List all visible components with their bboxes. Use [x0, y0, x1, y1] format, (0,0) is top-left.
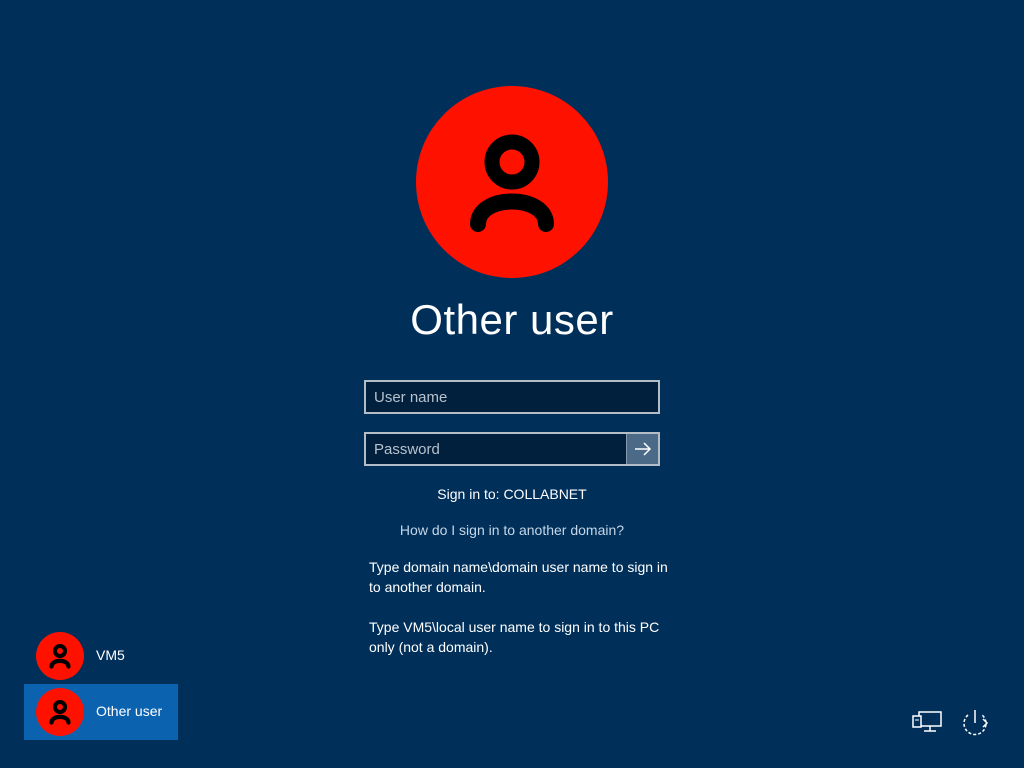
power-icon	[963, 710, 989, 736]
username-field-frame	[364, 380, 660, 414]
lock-screen: Other user Sign in to: COLLABNET How do …	[0, 0, 1024, 768]
user-tile-label: Other user	[96, 703, 163, 719]
user-tile-other-user[interactable]: Other user	[24, 684, 178, 740]
another-domain-link[interactable]: How do I sign in to another domain?	[312, 522, 712, 538]
user-avatar	[416, 86, 608, 278]
user-avatar-icon	[49, 700, 71, 725]
sign-in-domain: Sign in to: COLLABNET	[437, 486, 587, 502]
user-avatar-icon	[470, 134, 554, 232]
selected-user-name: Other user	[410, 296, 614, 343]
help-text-domain: Type domain name\domain user name to sig…	[369, 559, 668, 595]
power-button[interactable]	[958, 706, 992, 740]
user-avatar-icon	[49, 644, 71, 669]
password-field-frame	[364, 432, 660, 466]
username-input[interactable]	[366, 382, 658, 412]
tile-avatar	[36, 632, 84, 680]
submit-button[interactable]	[626, 434, 658, 464]
arrow-right-icon	[634, 442, 651, 456]
help-text-local: Type VM5\local user name to sign in to t…	[369, 619, 660, 655]
tile-avatar	[36, 688, 84, 736]
password-input[interactable]	[366, 434, 628, 464]
user-tile-vm5[interactable]: VM5	[24, 628, 178, 684]
network-icon	[912, 711, 942, 732]
network-button[interactable]	[910, 706, 944, 740]
user-tile-label: VM5	[96, 647, 125, 663]
